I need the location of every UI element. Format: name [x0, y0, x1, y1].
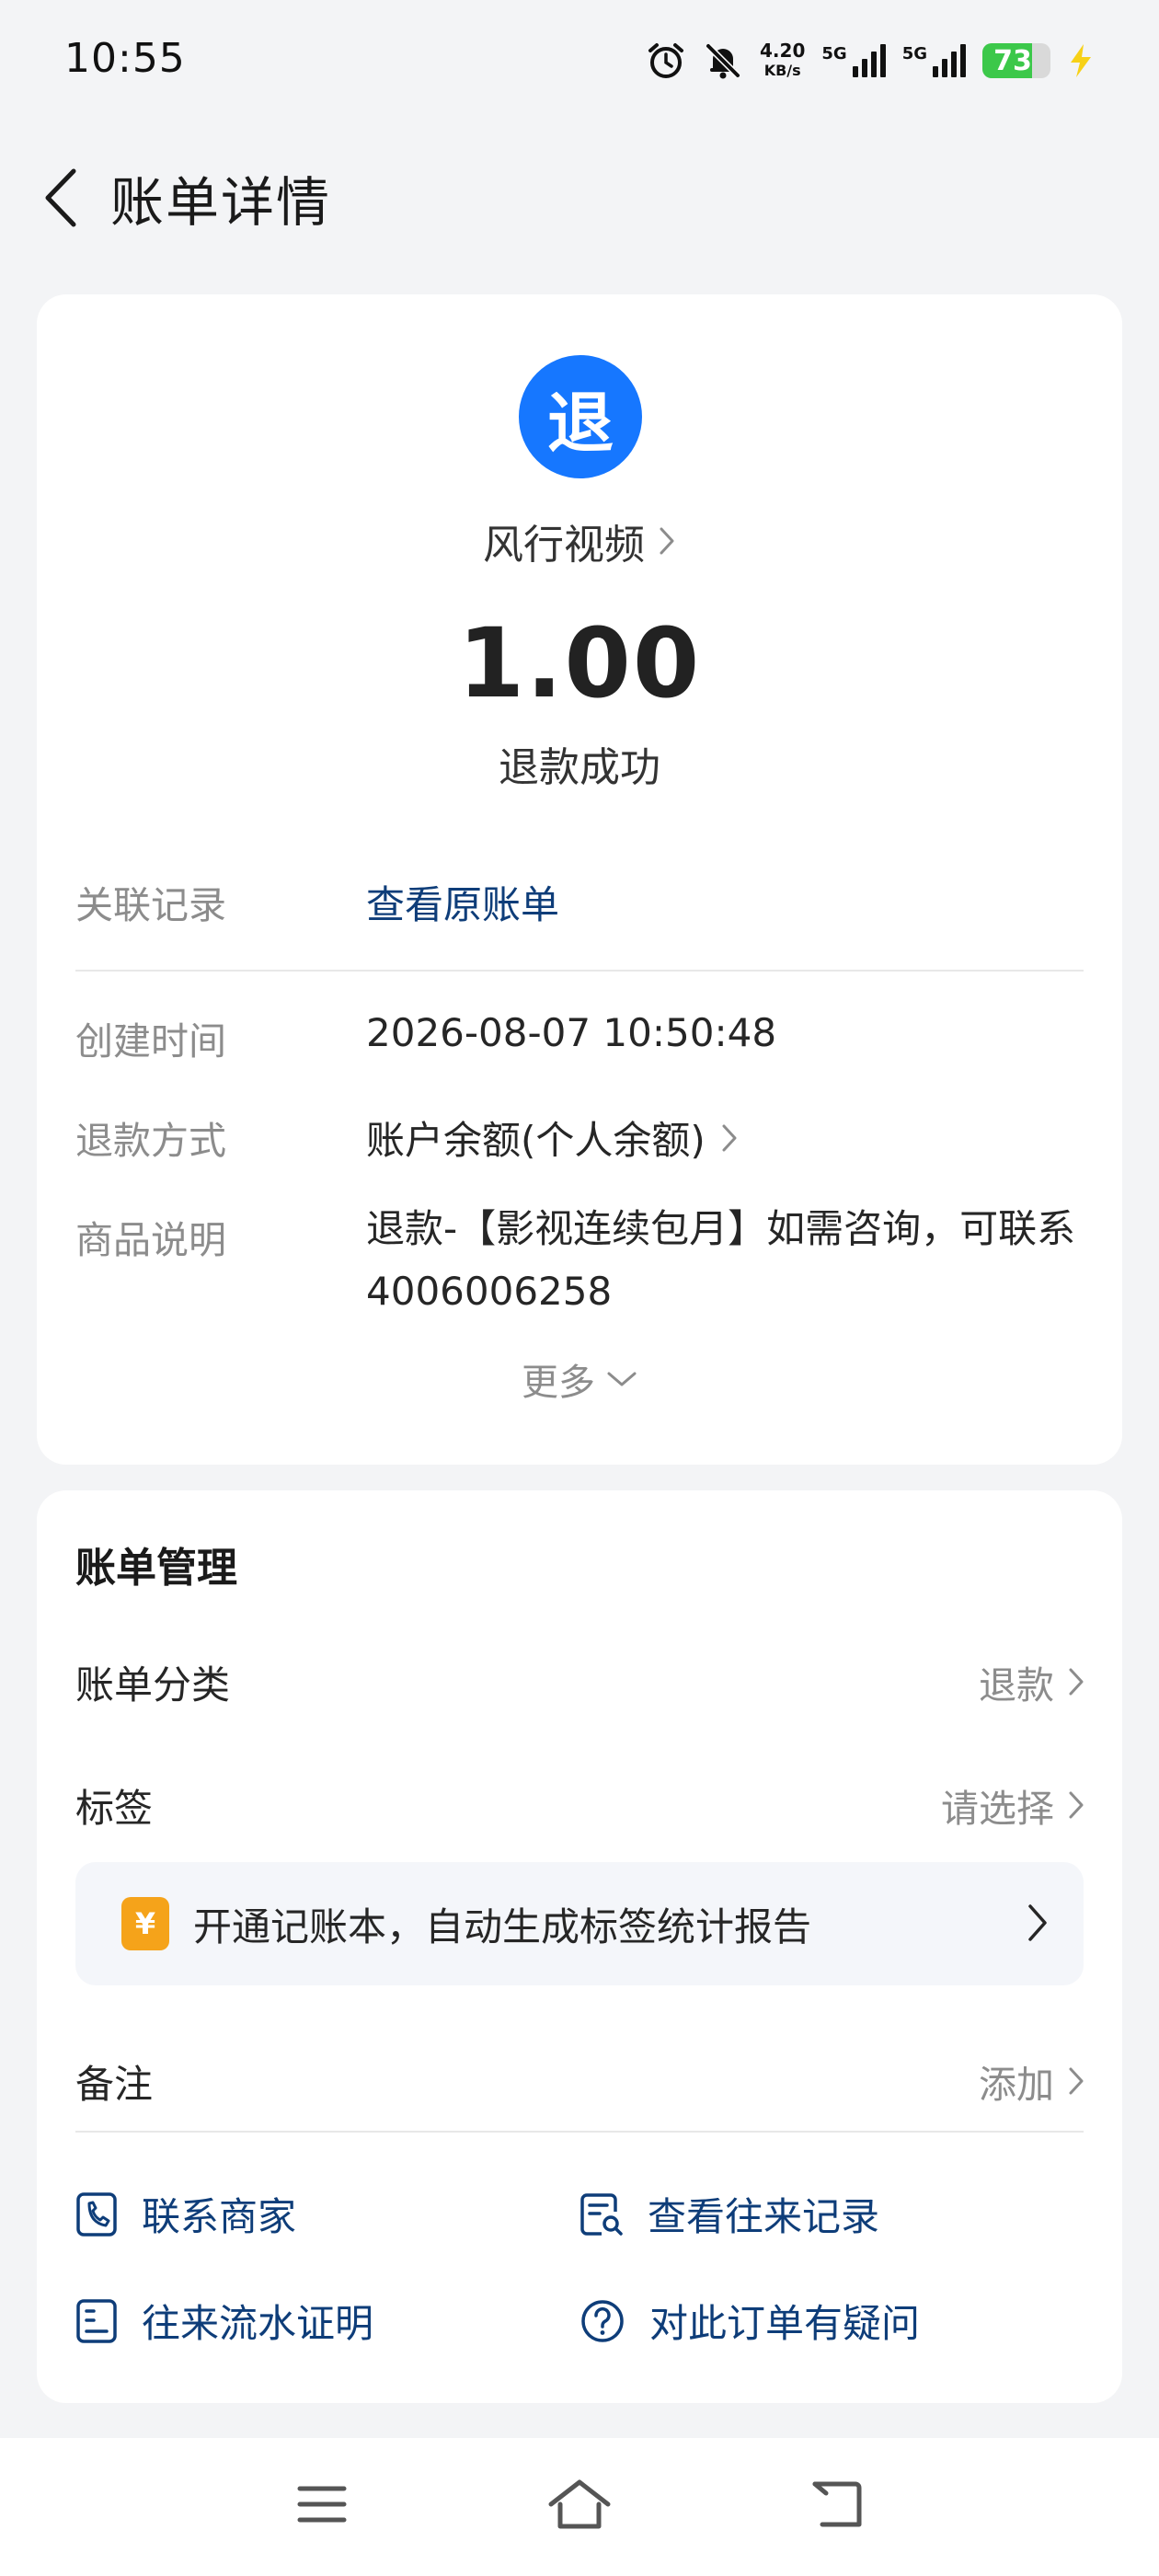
bill-category-value: 退款 — [979, 1663, 1054, 1708]
network-speed-value: 4.20 — [760, 40, 806, 62]
ledger-icon: ¥ — [121, 1897, 169, 1950]
add-note-button[interactable]: 添加 — [979, 2053, 1085, 2109]
battery-level: 73 — [993, 44, 1032, 77]
record-search-icon — [580, 2192, 623, 2236]
product-desc-value: 退款-【影视连续包月】如需咨询，可联系4006006258 — [366, 1206, 1076, 1314]
related-record-label: 关联记录 — [75, 883, 226, 927]
network-speed: 4.20 KB/s — [760, 40, 805, 81]
refund-logo: 退 — [519, 355, 642, 478]
bill-category-selector[interactable]: 退款 — [979, 1654, 1085, 1709]
screen: 10:55 4.20 KB/s 5G 5G 73 账单详情 退 风行视频 1.0… — [0, 0, 1159, 2576]
statement-proof-label: 往来流水证明 — [142, 2301, 374, 2346]
page-title: 账单详情 — [110, 171, 332, 234]
amount: 1.00 — [457, 607, 702, 719]
tag-label: 标签 — [75, 1786, 154, 1831]
contact-merchant-button[interactable]: 联系商家 — [75, 2186, 296, 2242]
note-value: 添加 — [979, 2063, 1054, 2107]
chevron-down-icon — [607, 1372, 637, 1386]
statement-proof-button[interactable]: 往来流水证明 — [75, 2293, 373, 2349]
note-label: 备注 — [75, 2062, 154, 2107]
sim1-label: 5G — [821, 44, 847, 63]
alarm-icon — [646, 40, 686, 81]
signal-icon: 5G — [902, 44, 966, 77]
refund-method-value: 账户余额(个人余额) — [366, 1118, 706, 1163]
order-question-button[interactable]: 对此订单有疑问 — [580, 2293, 920, 2349]
refund-status: 退款成功 — [499, 744, 660, 791]
bill-category-label: 账单分类 — [75, 1662, 231, 1708]
divider — [75, 970, 1084, 972]
merchant-name: 风行视频 — [483, 522, 645, 569]
chevron-right-icon — [1069, 2067, 1084, 2095]
phone-icon — [76, 2191, 117, 2237]
header: 账单详情 — [0, 147, 1159, 248]
product-desc-label: 商品说明 — [75, 1218, 226, 1262]
chevron-left-icon — [45, 168, 76, 227]
contact-merchant-label: 联系商家 — [142, 2194, 297, 2239]
home-icon — [548, 2479, 611, 2529]
created-time-label: 创建时间 — [75, 1019, 226, 1064]
section-title: 账单管理 — [75, 1545, 237, 1592]
chevron-right-icon — [660, 527, 674, 555]
tag-selector[interactable]: 请选择 — [941, 1777, 1085, 1833]
order-question-label: 对此订单有疑问 — [649, 2301, 921, 2346]
transaction-card: 退 风行视频 1.00 退款成功 关联记录 查看原账单 创建时间 2026-08… — [37, 294, 1122, 1465]
sim2-label: 5G — [901, 44, 927, 63]
bill-management-card: 账单管理 账单分类 退款 标签 请选择 ¥ 开通记账本，自动生成标签统计报告 备… — [37, 1490, 1122, 2403]
chevron-right-icon — [1028, 1904, 1047, 1941]
status-bar: 10:55 4.20 KB/s 5G 5G 73 — [0, 0, 1159, 129]
battery-icon: 73 — [982, 43, 1050, 78]
ledger-promo-banner[interactable]: ¥ 开通记账本，自动生成标签统计报告 — [75, 1862, 1084, 1985]
chevron-right-icon — [722, 1124, 737, 1151]
status-time: 10:55 — [64, 35, 186, 82]
back-arrow-icon — [812, 2481, 862, 2527]
refund-method-label: 退款方式 — [75, 1119, 226, 1163]
promo-text: 开通记账本，自动生成标签统计报告 — [193, 1903, 812, 1949]
back-button[interactable] — [0, 147, 110, 248]
home-button[interactable] — [534, 2467, 625, 2541]
created-time-value: 2026-08-07 10:50:48 — [366, 1010, 777, 1055]
status-icons: 4.20 KB/s 5G 5G 73 — [646, 33, 1095, 88]
merchant-link[interactable]: 风行视频 — [37, 512, 1122, 570]
more-label: 更多 — [522, 1362, 595, 1404]
chevron-right-icon — [1069, 1668, 1084, 1696]
mute-icon — [703, 40, 743, 81]
refund-method-link[interactable]: 账户余额(个人余额) — [366, 1110, 739, 1166]
charging-icon — [1067, 42, 1095, 79]
chevron-right-icon — [1069, 1791, 1084, 1819]
question-icon — [581, 2299, 624, 2342]
view-history-button[interactable]: 查看往来记录 — [580, 2186, 879, 2242]
signal-icon: 5G — [821, 44, 886, 77]
more-button[interactable]: 更多 — [37, 1352, 1122, 1406]
system-nav-bar — [0, 2438, 1159, 2576]
menu-icon — [297, 2486, 347, 2523]
network-speed-unit: KB/s — [763, 62, 801, 79]
view-original-bill-link[interactable]: 查看原账单 — [366, 874, 559, 930]
back-nav-button[interactable] — [791, 2467, 883, 2541]
view-history-label: 查看往来记录 — [648, 2194, 880, 2239]
menu-button[interactable] — [276, 2467, 368, 2541]
divider — [75, 2131, 1084, 2133]
document-icon — [76, 2298, 117, 2343]
tag-value: 请选择 — [941, 1787, 1054, 1831]
